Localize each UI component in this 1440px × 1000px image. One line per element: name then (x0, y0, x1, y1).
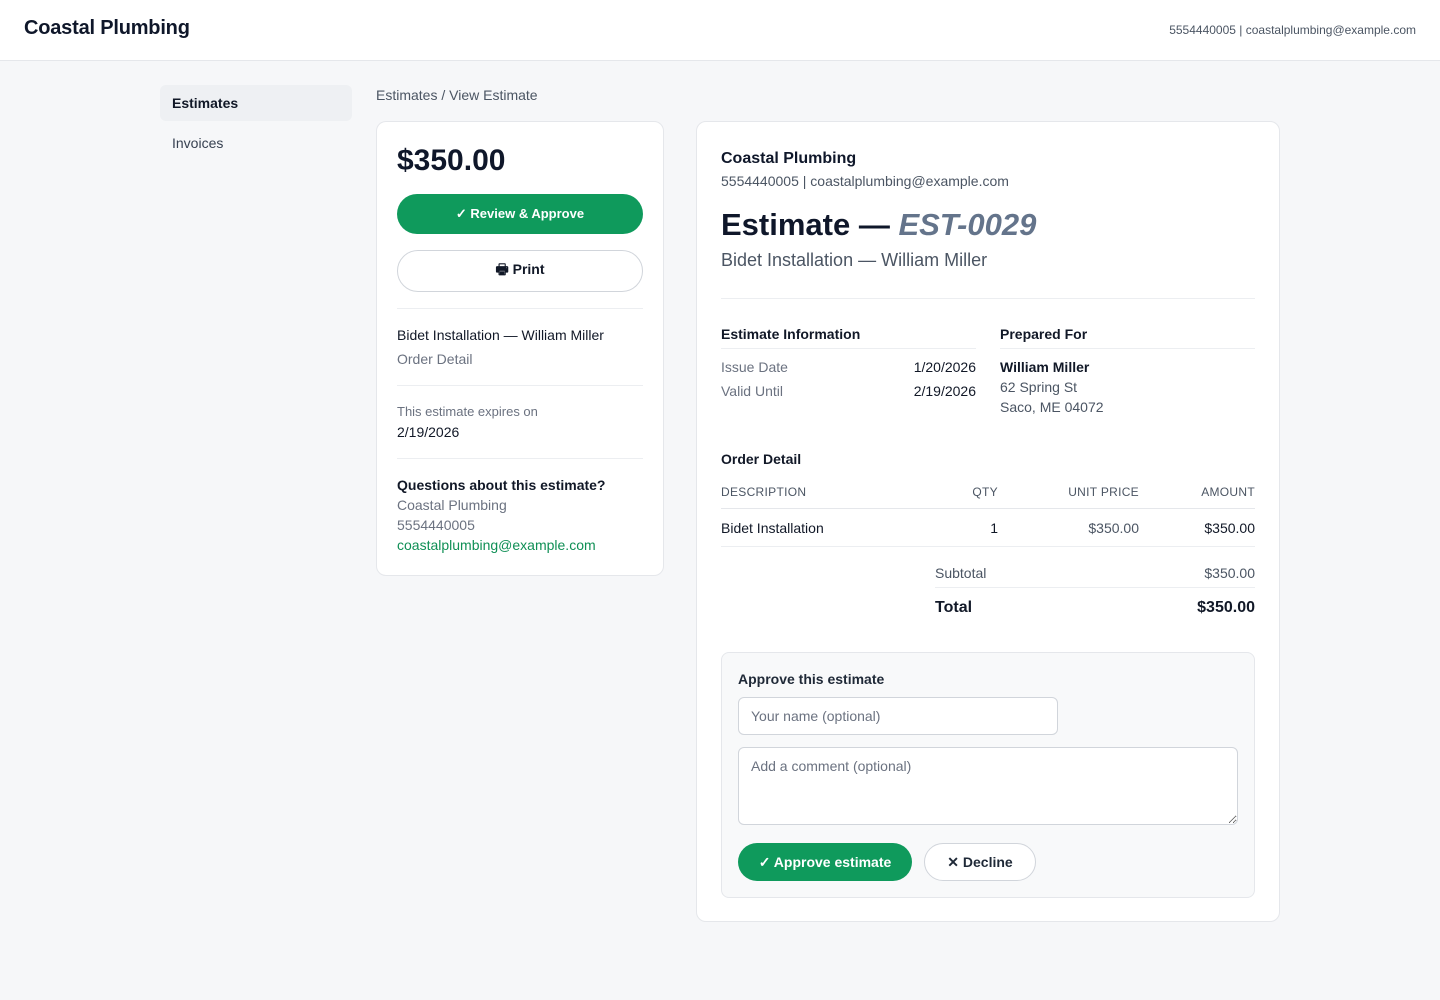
customer-name: William Miller (1000, 359, 1090, 375)
row-description: Bidet Installation (721, 520, 824, 536)
total-value: $350.00 (1197, 599, 1255, 616)
valid-until-value: 2/19/2026 (913, 383, 976, 399)
divider (721, 348, 976, 349)
questions-title: Questions about this estimate? (397, 477, 606, 493)
approve-estimate-button[interactable]: ✓ Approve estimate (738, 843, 912, 881)
order-detail-label: Order Detail (397, 351, 473, 367)
divider (721, 546, 1255, 547)
total-label: Total (935, 599, 973, 616)
estimate-amount: $350.00 (397, 144, 506, 177)
order-detail-title: Order Detail (721, 451, 802, 467)
issue-date-value: 1/20/2026 (913, 359, 976, 375)
print-button[interactable]: 🖶 Print (397, 250, 643, 292)
sidebar-item-estimates[interactable]: Estimates (160, 85, 352, 121)
divider (721, 508, 1255, 509)
row-unit-price: $350.00 (1088, 520, 1139, 536)
estimate-contact: 5554440005 | coastalplumbing@example.com (721, 173, 1009, 189)
divider (397, 458, 643, 459)
questions-company: Coastal Plumbing (397, 497, 507, 513)
top-bar: Coastal Plumbing 5554440005 | coastalplu… (0, 0, 1440, 61)
subtotal-value: $350.00 (1204, 565, 1255, 581)
estimate-heading: Estimate — EST-0029 (721, 207, 1036, 243)
issue-date-label: Issue Date (721, 359, 788, 375)
row-qty: 1 (990, 520, 998, 536)
col-qty: QTY (972, 485, 998, 499)
sidebar: Estimates Invoices (160, 85, 352, 165)
decline-button[interactable]: ✕ Decline (924, 843, 1036, 881)
row-amount: $350.00 (1204, 520, 1255, 536)
estimate-company: Coastal Plumbing (721, 150, 857, 167)
estimate-card: Coastal Plumbing 5554440005 | coastalplu… (696, 121, 1280, 922)
divider (721, 298, 1255, 299)
summary-card: $350.00 ✓ Review & Approve 🖶 Print Bidet… (376, 121, 664, 576)
divider (397, 308, 643, 309)
expires-date: 2/19/2026 (397, 424, 460, 440)
estimate-heading-prefix: Estimate — (721, 207, 899, 242)
name-input[interactable] (738, 697, 1058, 735)
divider (397, 385, 643, 386)
comment-input[interactable] (738, 747, 1238, 825)
questions-phone: 5554440005 (397, 517, 475, 533)
approve-title: Approve this estimate (738, 671, 885, 687)
estimate-subtitle: Bidet Installation — William Miller (721, 250, 988, 270)
col-unit-price: UNIT PRICE (1068, 485, 1139, 499)
subtotal-label: Subtotal (935, 565, 987, 581)
sidebar-item-invoices[interactable]: Invoices (160, 125, 352, 161)
prepared-for-title: Prepared For (1000, 326, 1088, 342)
customer-city: Saco, ME 04072 (1000, 399, 1104, 415)
expires-text: This estimate expires on (397, 404, 538, 419)
valid-until-label: Valid Until (721, 383, 783, 399)
col-description: DESCRIPTION (721, 485, 807, 499)
header-contact: 5554440005 | coastalplumbing@example.com (1169, 23, 1416, 37)
col-amount: AMOUNT (1201, 485, 1255, 499)
divider (935, 587, 1255, 588)
review-approve-button[interactable]: ✓ Review & Approve (397, 194, 643, 234)
breadcrumb: Estimates / View Estimate (376, 87, 538, 103)
questions-email-link[interactable]: coastalplumbing@example.com (397, 537, 596, 553)
approve-panel: Approve this estimate ✓ Approve estimate… (721, 652, 1255, 898)
brand-name: Coastal Plumbing (24, 17, 190, 39)
estimate-number: EST-0029 (898, 207, 1037, 242)
divider (1000, 348, 1255, 349)
job-title: Bidet Installation — William Miller (397, 327, 604, 343)
customer-street: 62 Spring St (1000, 379, 1078, 395)
estimate-info-title: Estimate Information (721, 326, 861, 342)
